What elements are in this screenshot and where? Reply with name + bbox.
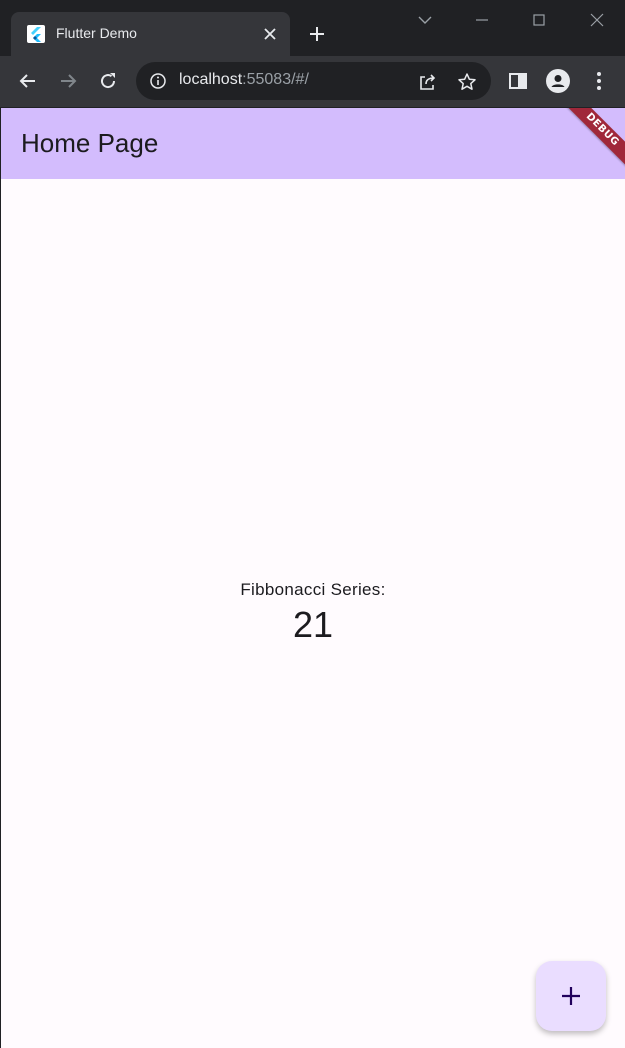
minimize-icon[interactable]	[470, 8, 494, 32]
url-path: :55083/#/	[242, 71, 309, 88]
app-viewport: Home Page DEBUG Fibbonacci Series: 21	[1, 108, 625, 1048]
forward-arrow-icon[interactable]	[56, 69, 80, 93]
add-icon	[562, 987, 580, 1005]
increment-fab-button[interactable]	[536, 961, 606, 1031]
close-tab-icon[interactable]	[260, 24, 280, 44]
site-info-icon[interactable]	[149, 72, 167, 90]
tab-strip: Flutter Demo	[0, 0, 625, 56]
side-panel-icon[interactable]	[506, 69, 530, 93]
reload-icon[interactable]	[96, 69, 120, 93]
tab-title: Flutter Demo	[56, 25, 137, 41]
page-title: Home Page	[21, 128, 159, 158]
new-tab-plus-icon[interactable]	[305, 22, 329, 46]
browser-toolbar: localhost:55083/#/	[0, 56, 625, 107]
fibonacci-label: Fibbonacci Series:	[240, 580, 386, 599]
more-menu-icon[interactable]	[587, 69, 611, 93]
back-arrow-icon[interactable]	[16, 69, 40, 93]
share-icon[interactable]	[417, 71, 439, 93]
fibonacci-value: 21	[292, 604, 334, 645]
bookmark-star-icon[interactable]	[456, 71, 478, 93]
url-host: localhost	[179, 71, 243, 88]
address-url[interactable]: localhost:55083/#/	[179, 71, 309, 89]
profile-avatar-icon[interactable]	[546, 69, 570, 93]
browser-window: Flutter Demo localhost:55083/#/ Home Pag…	[0, 0, 625, 1048]
flutter-logo-icon	[27, 25, 45, 43]
maximize-icon[interactable]	[527, 8, 551, 32]
app-bar: Home Page	[1, 108, 625, 179]
tab-search-chevron-icon[interactable]	[413, 8, 437, 32]
window-close-icon[interactable]	[585, 8, 609, 32]
address-bar[interactable]: localhost:55083/#/	[136, 62, 491, 100]
browser-tab[interactable]: Flutter Demo	[11, 12, 290, 56]
fibonacci-display: Fibbonacci Series: 21	[1, 580, 625, 646]
